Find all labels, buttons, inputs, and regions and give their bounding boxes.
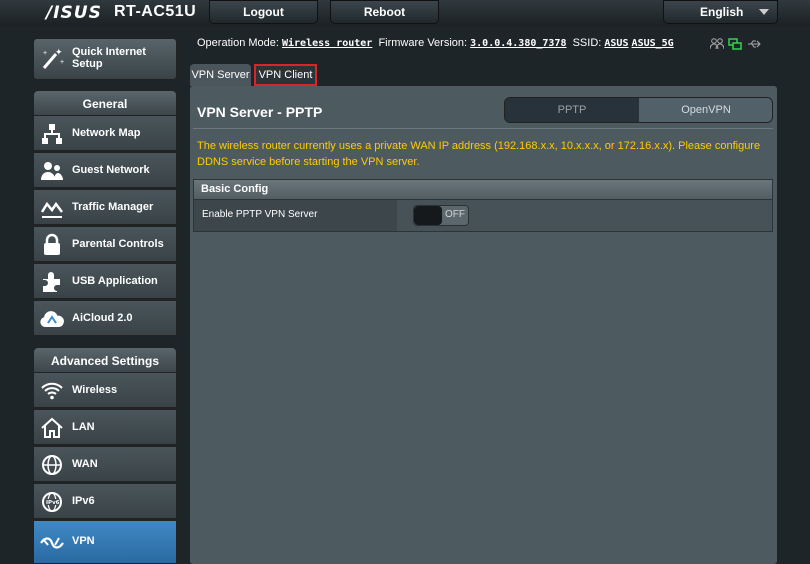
parental-controls-icon [44, 233, 60, 255]
segment-openvpn[interactable]: OpenVPN [639, 98, 772, 122]
vpn-icon [40, 537, 64, 549]
wand-icon: ✦ + + [42, 47, 64, 69]
quick-internet-setup-button[interactable]: ✦ + + Quick Internet Setup [33, 38, 177, 80]
title-divider [193, 128, 773, 129]
clients-icon[interactable] [709, 38, 725, 50]
general-header: General [33, 90, 177, 116]
enable-pptp-row: Enable PPTP VPN Server OFF [193, 200, 773, 232]
sidebar-item-wan[interactable]: WAN [33, 446, 177, 482]
sidebar-item-vpn[interactable]: VPN [33, 520, 177, 564]
sidebar-item-wireless[interactable]: Wireless [33, 372, 177, 408]
operation-mode-label: Operation Mode: [197, 37, 279, 49]
sidebar-item-label: AiCloud 2.0 [72, 312, 133, 324]
ssid-link-5g[interactable]: ASUS_5G [632, 38, 674, 49]
sidebar-item-label: WAN [72, 458, 98, 470]
content-empty-area [193, 232, 773, 564]
sidebar-item-usb-application[interactable]: USB Application [33, 263, 177, 299]
status-line: Operation Mode: Wireless router Firmware… [197, 37, 674, 49]
aicloud-icon [40, 311, 64, 327]
sidebar-item-lan[interactable]: LAN [33, 409, 177, 445]
sidebar-item-label: IPv6 [72, 495, 95, 507]
firmware-label: Firmware Version: [378, 37, 468, 49]
ssid-link-24g[interactable]: ASUS [604, 38, 628, 49]
vpn-type-switch: PPTP OpenVPN [504, 97, 773, 123]
sidebar-item-label: VPN [72, 535, 95, 547]
model-name: RT-AC51U [114, 3, 197, 20]
sidebar-item-label: Wireless [72, 384, 118, 396]
toggle-knob [414, 206, 442, 225]
network-map-icon [42, 124, 62, 144]
enable-pptp-label: Enable PPTP VPN Server [194, 200, 397, 231]
sidebar-item-traffic-manager[interactable]: Traffic Manager [33, 189, 177, 225]
language-label: English [700, 5, 744, 19]
chevron-down-icon [759, 9, 769, 15]
svg-text:IPv6: IPv6 [46, 500, 60, 506]
wireless-icon [41, 382, 63, 400]
operation-mode-link[interactable]: Wireless router [282, 38, 372, 49]
sidebar-item-guest-network[interactable]: Guest Network [33, 152, 177, 188]
sidebar-item-label: Traffic Manager [72, 201, 154, 213]
toggle-state-label: OFF [445, 209, 465, 220]
sidebar-item-label: Parental Controls [72, 238, 164, 250]
sidebar-item-label: Network Map [72, 127, 141, 139]
svg-text:+: + [43, 50, 47, 57]
usb-status-icon[interactable] [747, 38, 763, 50]
sidebar-item-label: LAN [72, 421, 95, 433]
logout-button[interactable]: Logout [209, 0, 318, 24]
basic-config-header: Basic Config [193, 179, 773, 200]
sidebar-item-parental-controls[interactable]: Parental Controls [33, 226, 177, 262]
tab-vpn-server[interactable]: VPN Server [190, 64, 251, 86]
svg-text:✦: ✦ [55, 47, 63, 57]
home-icon [41, 417, 63, 438]
status-icons [709, 37, 763, 55]
page-title: VPN Server - PPTP [197, 104, 323, 120]
guest-network-icon [41, 162, 63, 180]
sidebar-item-network-map[interactable]: Network Map [33, 115, 177, 151]
usb-application-icon [43, 272, 60, 292]
enable-pptp-toggle[interactable]: OFF [413, 205, 469, 226]
globe-icon [42, 455, 62, 475]
firmware-link[interactable]: 3.0.0.4.380_7378 [470, 38, 566, 49]
asus-logo: /ISUS [46, 3, 102, 23]
ddns-notice: The wireless router currently uses a pri… [197, 140, 761, 168]
svg-text:+: + [60, 59, 64, 66]
quick-setup-label: Quick Internet Setup [72, 46, 146, 70]
ssid-label: SSID: [572, 37, 602, 49]
segment-pptp[interactable]: PPTP [505, 98, 639, 122]
sidebar-item-label: Guest Network [72, 164, 150, 176]
sidebar-item-label: USB Application [72, 275, 158, 287]
tab-vpn-client[interactable]: VPN Client [254, 64, 317, 86]
language-select[interactable]: English [663, 0, 778, 24]
traffic-manager-icon [40, 201, 63, 218]
network-status-icon[interactable] [728, 38, 743, 50]
reboot-button[interactable]: Reboot [330, 0, 439, 24]
sidebar-item-aicloud[interactable]: AiCloud 2.0 [33, 300, 177, 336]
sidebar-item-ipv6[interactable]: IPv6 IPv6 [33, 483, 177, 519]
advanced-settings-header: Advanced Settings [33, 347, 177, 373]
ipv6-globe-icon: IPv6 [42, 492, 62, 512]
